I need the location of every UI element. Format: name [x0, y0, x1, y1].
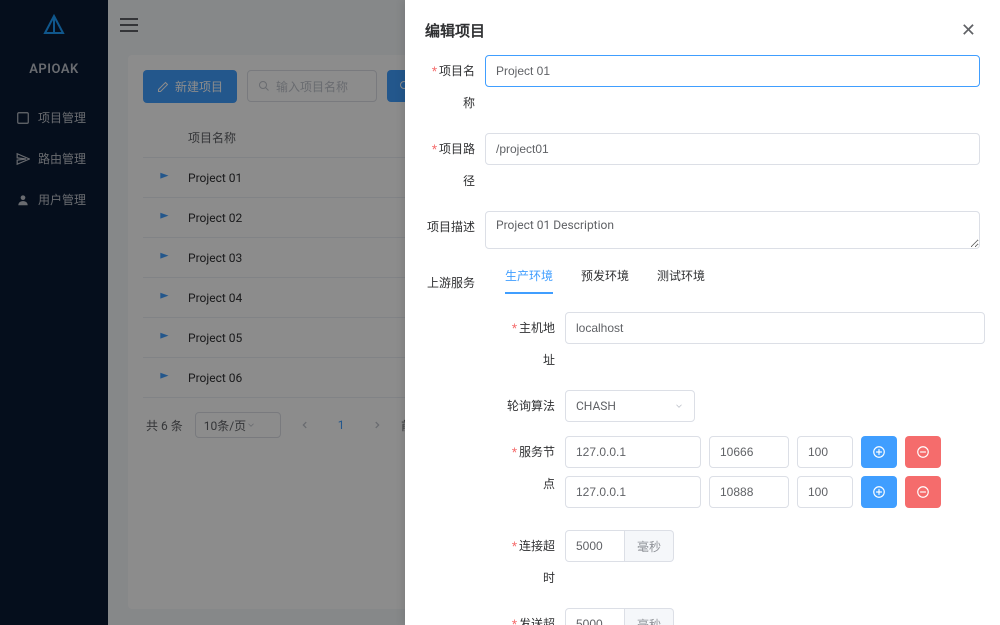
remove-node-button[interactable]: [905, 436, 941, 468]
add-node-button[interactable]: [861, 476, 897, 508]
project-name-input[interactable]: [485, 55, 980, 87]
send-timeout-input[interactable]: [565, 608, 625, 625]
chevron-down-icon: [674, 401, 684, 411]
node-row: [565, 476, 985, 508]
unit-ms: 毫秒: [625, 530, 674, 562]
host-input[interactable]: [565, 312, 985, 344]
node-ip-input[interactable]: [565, 436, 701, 468]
plus-circle-icon: [872, 485, 886, 499]
label-nodes: 服务节点: [505, 436, 565, 500]
tab-test[interactable]: 测试环境: [657, 267, 705, 294]
minus-circle-icon: [916, 445, 930, 459]
label-desc: 项目描述: [425, 211, 485, 243]
connect-timeout-input[interactable]: [565, 530, 625, 562]
algo-value: CHASH: [576, 399, 616, 413]
drawer-title: 编辑项目: [425, 20, 485, 41]
edit-form: 项目名称 项目路径 项目描述 Project 01 Description 上游…: [405, 55, 1000, 625]
project-path-input[interactable]: [485, 133, 980, 165]
label-upstream: 上游服务: [425, 267, 485, 299]
node-weight-input[interactable]: [797, 476, 853, 508]
add-node-button[interactable]: [861, 436, 897, 468]
remove-node-button[interactable]: [905, 476, 941, 508]
env-tabs: 生产环境 预发环境 测试环境: [485, 267, 985, 294]
label-name: 项目名称: [425, 55, 485, 119]
plus-circle-icon: [872, 445, 886, 459]
label-algo: 轮询算法: [505, 390, 565, 422]
algo-select[interactable]: CHASH: [565, 390, 695, 422]
label-connect-timeout: 连接超时: [505, 530, 565, 594]
close-icon[interactable]: ✕: [957, 16, 980, 45]
project-desc-textarea[interactable]: Project 01 Description: [485, 211, 980, 249]
label-path: 项目路径: [425, 133, 485, 197]
label-host: 主机地址: [505, 312, 565, 376]
label-send-timeout: 发送超时: [505, 608, 565, 625]
node-port-input[interactable]: [709, 436, 789, 468]
node-port-input[interactable]: [709, 476, 789, 508]
edit-project-drawer: 编辑项目 ✕ 项目名称 项目路径 项目描述 Project 01 Descrip…: [405, 0, 1000, 625]
drawer-header: 编辑项目 ✕: [405, 0, 1000, 55]
node-row: [565, 436, 985, 468]
minus-circle-icon: [916, 485, 930, 499]
unit-ms: 毫秒: [625, 608, 674, 625]
node-weight-input[interactable]: [797, 436, 853, 468]
tab-pre[interactable]: 预发环境: [581, 267, 629, 294]
node-ip-input[interactable]: [565, 476, 701, 508]
tab-prod[interactable]: 生产环境: [505, 267, 553, 294]
